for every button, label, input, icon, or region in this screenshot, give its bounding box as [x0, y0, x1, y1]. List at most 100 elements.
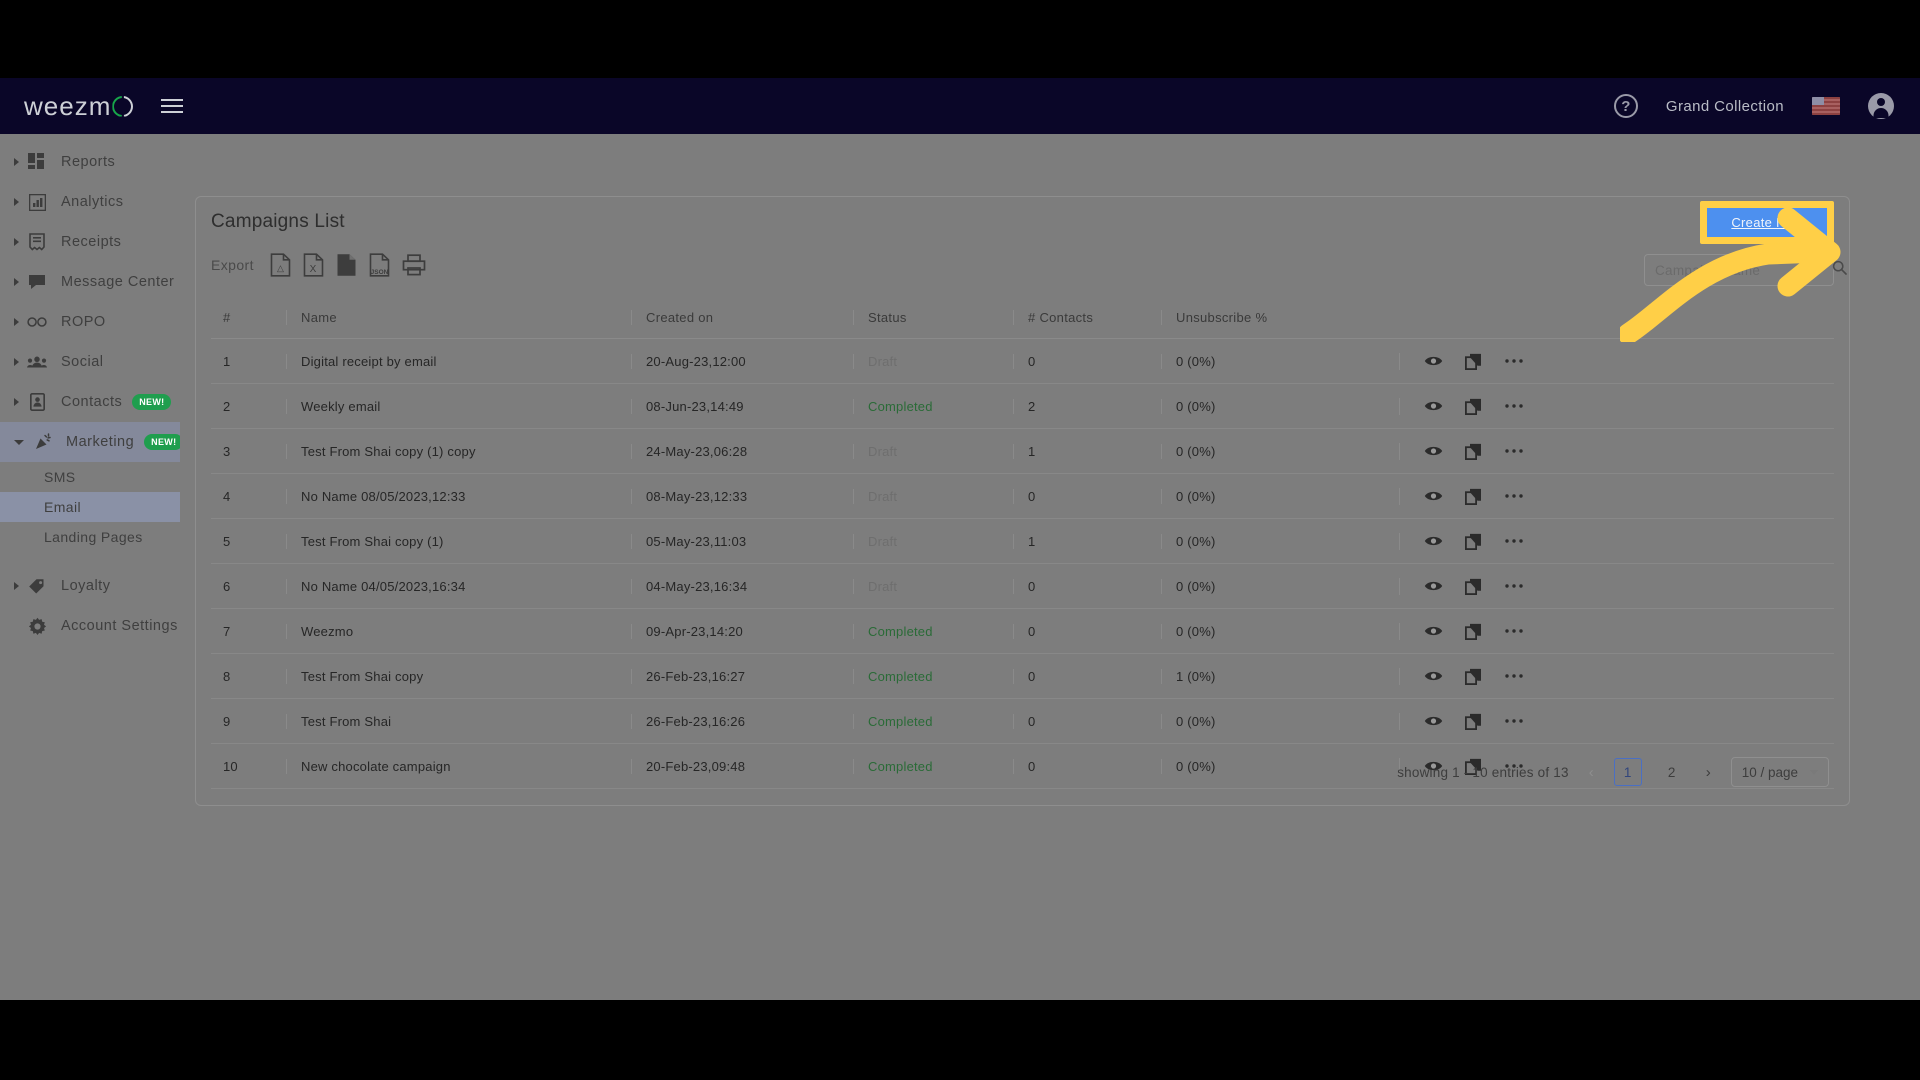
infinity-icon — [27, 312, 47, 332]
export-csv-icon[interactable] — [336, 253, 357, 277]
eye-preview-icon[interactable] — [1424, 399, 1443, 413]
export-excel-icon[interactable]: X — [303, 253, 324, 277]
print-icon[interactable] — [402, 254, 426, 276]
sidebar-item-label: Marketing — [66, 434, 135, 450]
more-options-icon[interactable] — [1504, 448, 1524, 454]
eye-preview-icon[interactable] — [1424, 579, 1443, 593]
status-badge: Draft — [853, 488, 1013, 504]
sidebar-item-account-settings[interactable]: Account Settings — [0, 606, 180, 646]
svg-text:△: △ — [277, 263, 284, 273]
prev-page-button[interactable]: ‹ — [1585, 764, 1598, 781]
eye-preview-icon[interactable] — [1424, 624, 1443, 638]
sidebar-item-marketing[interactable]: Marketing NEW! — [0, 422, 180, 462]
column-header-num[interactable]: # — [211, 310, 286, 325]
eye-preview-icon[interactable] — [1424, 714, 1443, 728]
more-options-icon[interactable] — [1504, 583, 1524, 589]
cell-name[interactable]: Weezmo — [286, 623, 631, 639]
more-options-icon[interactable] — [1504, 718, 1524, 724]
more-options-icon[interactable] — [1504, 403, 1524, 409]
search-magnifier-icon[interactable] — [1832, 260, 1847, 280]
hamburger-menu-icon[interactable] — [161, 99, 184, 113]
account-avatar-icon[interactable] — [1868, 93, 1894, 119]
column-header-unsubscribe[interactable]: Unsubscribe % — [1161, 310, 1399, 325]
table-row[interactable]: 1 Digital receipt by email 20-Aug-23,12:00… — [211, 339, 1834, 384]
sidebar-item-reports[interactable]: Reports — [0, 142, 180, 182]
duplicate-copy-icon[interactable] — [1465, 623, 1482, 640]
sidebar-item-loyalty[interactable]: Loyalty — [0, 566, 180, 606]
table-row[interactable]: 9 Test From Shai 26-Feb-23,16:26 Completed 0… — [211, 699, 1834, 744]
sidebar-subitem-landing-pages[interactable]: Landing Pages — [0, 522, 180, 552]
weezmo-logo[interactable]: weezm — [24, 93, 134, 119]
cell-created-on: 26-Feb-23,16:27 — [631, 668, 853, 684]
export-pdf-icon[interactable]: △ — [270, 253, 291, 277]
table-row[interactable]: 7 Weezmo 09-Apr-23,14:20 Completed 0 0 (0%) — [211, 609, 1834, 654]
export-toolbar: Export △ X JSON — [211, 253, 426, 277]
eye-preview-icon[interactable] — [1424, 354, 1443, 368]
more-options-icon[interactable] — [1504, 493, 1524, 499]
sidebar-item-social[interactable]: Social — [0, 342, 180, 382]
sidebar-subitem-sms[interactable]: SMS — [0, 462, 180, 492]
sidebar-item-contacts[interactable]: Contacts NEW! — [0, 382, 180, 422]
table-row[interactable]: 8 Test From Shai copy 26-Feb-23,16:27 Compl… — [211, 654, 1834, 699]
page-button-1[interactable]: 1 — [1613, 758, 1642, 786]
us-flag-icon[interactable] — [1812, 97, 1840, 115]
cell-unsubscribe: 1 (0%) — [1161, 668, 1399, 684]
cell-name[interactable]: Test From Shai copy — [286, 668, 631, 684]
eye-preview-icon[interactable] — [1424, 534, 1443, 548]
cell-name[interactable]: Test From Shai copy (1) — [286, 533, 631, 549]
more-options-icon[interactable] — [1504, 358, 1524, 364]
cell-name[interactable]: Weekly email — [286, 398, 631, 414]
duplicate-copy-icon[interactable] — [1465, 398, 1482, 415]
duplicate-copy-icon[interactable] — [1465, 668, 1482, 685]
page-button-2[interactable]: 2 — [1658, 758, 1686, 786]
table-row[interactable]: 3 Test From Shai copy (1) copy 24-May-23,0… — [211, 429, 1834, 474]
main-content-area: Campaigns List Export △ X JSON Create Ne… — [180, 134, 1920, 1000]
column-header-status[interactable]: Status — [853, 310, 1013, 325]
sidebar-subitem-email[interactable]: Email — [0, 492, 180, 522]
eye-preview-icon[interactable] — [1424, 489, 1443, 503]
duplicate-copy-icon[interactable] — [1465, 713, 1482, 730]
cell-name[interactable]: Test From Shai copy (1) copy — [286, 443, 631, 459]
duplicate-copy-icon[interactable] — [1465, 353, 1482, 370]
help-icon[interactable]: ? — [1613, 94, 1638, 118]
sidebar-item-receipts[interactable]: Receipts — [0, 222, 180, 262]
search-input[interactable] — [1655, 262, 1832, 278]
next-page-button[interactable]: › — [1702, 764, 1715, 781]
duplicate-copy-icon[interactable] — [1465, 488, 1482, 505]
table-row[interactable]: 4 No Name 08/05/2023,12:33 08-May-23,12:33… — [211, 474, 1834, 519]
more-options-icon[interactable] — [1504, 628, 1524, 634]
chevron-right-icon — [14, 238, 19, 246]
more-options-icon[interactable] — [1504, 538, 1524, 544]
receipt-icon — [27, 232, 47, 252]
campaign-search-box[interactable] — [1644, 254, 1847, 286]
cell-contacts: 0 — [1013, 758, 1161, 774]
export-json-icon[interactable]: JSON — [369, 253, 390, 277]
table-row[interactable]: 2 Weekly email 08-Jun-23,14:49 Completed 2 0 … — [211, 384, 1834, 429]
duplicate-copy-icon[interactable] — [1465, 533, 1482, 550]
sidebar-item-analytics[interactable]: Analytics — [0, 182, 180, 222]
reports-grid-icon — [27, 152, 47, 172]
column-header-created-on[interactable]: Created on — [631, 310, 853, 325]
column-header-name[interactable]: Name — [286, 310, 631, 325]
more-options-icon[interactable] — [1504, 673, 1524, 679]
column-header-contacts[interactable]: # Contacts — [1013, 310, 1161, 325]
create-new-button[interactable]: Create New — [1707, 208, 1827, 237]
table-row[interactable]: 6 No Name 04/05/2023,16:34 04-May-23,16:34… — [211, 564, 1834, 609]
eye-preview-icon[interactable] — [1424, 669, 1443, 683]
duplicate-copy-icon[interactable] — [1465, 443, 1482, 460]
cell-created-on: 20-Aug-23,12:00 — [631, 353, 853, 369]
cell-name[interactable]: New chocolate campaign — [286, 758, 631, 774]
cell-name[interactable]: Digital receipt by email — [286, 353, 631, 369]
cell-name[interactable]: No Name 04/05/2023,16:34 — [286, 578, 631, 594]
page-size-selector[interactable]: 10 / page — [1730, 757, 1829, 787]
chevron-right-icon — [14, 318, 19, 326]
cell-contacts: 1 — [1013, 533, 1161, 549]
cell-num: 10 — [223, 758, 238, 774]
table-row[interactable]: 5 Test From Shai copy (1) 05-May-23,11:03 D… — [211, 519, 1834, 564]
cell-name[interactable]: Test From Shai — [286, 713, 631, 729]
cell-name[interactable]: No Name 08/05/2023,12:33 — [286, 488, 631, 504]
duplicate-copy-icon[interactable] — [1465, 578, 1482, 595]
eye-preview-icon[interactable] — [1424, 444, 1443, 458]
sidebar-item-ropo[interactable]: ROPO — [0, 302, 180, 342]
sidebar-item-message-center[interactable]: Message Center — [0, 262, 180, 302]
